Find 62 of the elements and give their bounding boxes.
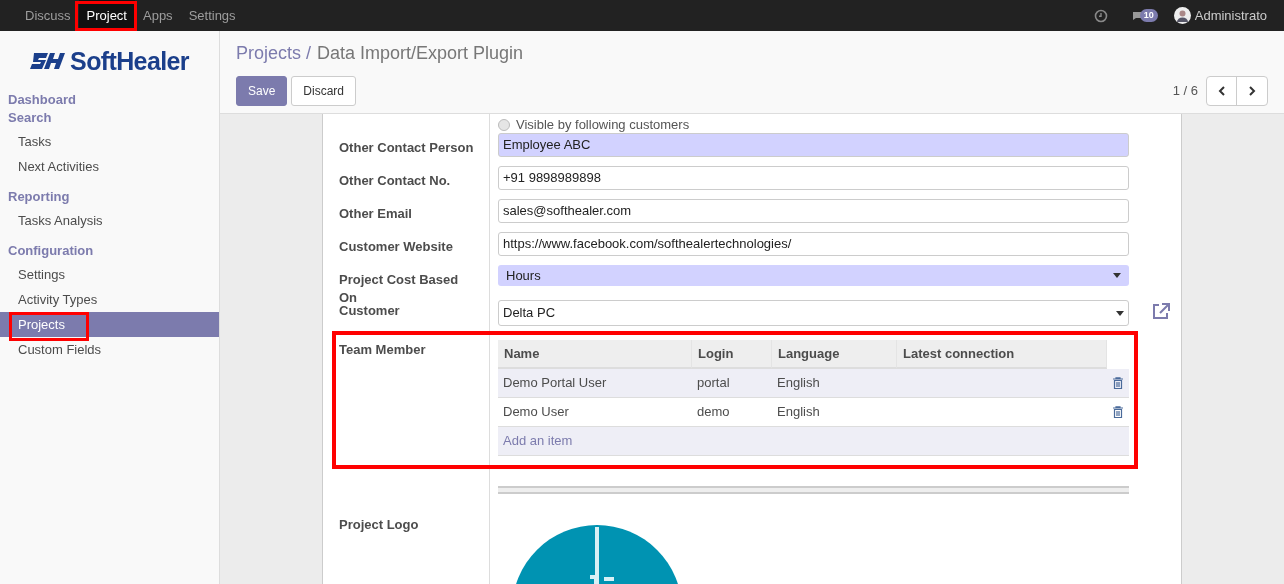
text-field[interactable]: https://www.facebook.com/softhealertechnologies/	[498, 232, 1129, 256]
text-field[interactable]: +91 9898989898	[498, 166, 1129, 190]
sidebar-item[interactable]: Projects	[0, 312, 219, 337]
brand-logo-icon	[30, 51, 67, 71]
trash-icon[interactable]	[1113, 406, 1123, 418]
column-header[interactable]: Login	[692, 340, 772, 369]
column-header[interactable]: Latest connection	[897, 340, 1107, 369]
messages-button[interactable]: 10	[1131, 9, 1158, 22]
text-field[interactable]: Employee ABC	[498, 133, 1129, 157]
avatar-icon	[1173, 7, 1191, 24]
top-menu-item[interactable]: Discuss	[17, 0, 79, 31]
sidebar-heading[interactable]: Dashboard	[0, 91, 219, 109]
form-button[interactable]: Save	[236, 76, 288, 106]
table-cell-text: portal	[696, 374, 731, 393]
caret-icon	[1116, 310, 1124, 316]
sidebar-heading[interactable]: Reporting	[0, 188, 219, 206]
field-label: Customer Website	[339, 238, 454, 256]
message-count: 10	[1139, 9, 1158, 22]
column-header[interactable]: Language	[772, 340, 897, 369]
chevron-right-icon	[1248, 86, 1256, 96]
field-label: Other Contact No.	[339, 172, 452, 190]
sidebar-item[interactable]: Activity Types	[0, 287, 219, 312]
sidebar-heading[interactable]: Search	[0, 109, 219, 127]
external-link-icon[interactable]	[1151, 302, 1171, 320]
trash-icon[interactable]	[1113, 377, 1123, 389]
form-button[interactable]: Discard	[291, 76, 357, 106]
table-row[interactable]: Demo Portal User portal English	[498, 369, 1129, 398]
sidebar-item[interactable]: Custom Fields	[0, 337, 219, 362]
radio-label: Visible by following customers	[516, 116, 690, 134]
text-field[interactable]: sales@softhealer.com	[498, 199, 1129, 223]
field-label: Other Contact Person	[339, 139, 475, 157]
sidebar-item[interactable]: Tasks	[0, 129, 219, 154]
sidebar-item[interactable]: Tasks Analysis	[0, 208, 219, 233]
user-name: Administrato	[1194, 6, 1267, 25]
chevron-left-icon	[1217, 86, 1226, 96]
clock-icon[interactable]	[1093, 8, 1108, 23]
table-cell-text: demo	[696, 403, 731, 422]
table-cell-text: English	[776, 374, 821, 393]
table-cell-text: Demo Portal User	[502, 374, 608, 393]
dropdown-field[interactable]: Delta PC	[498, 300, 1129, 326]
top-menu-item[interactable]: Settings	[180, 0, 244, 31]
caret-icon	[1113, 273, 1121, 278]
top-menu-item[interactable]: Apps	[135, 0, 181, 31]
sidebar-item[interactable]: Next Activities	[0, 154, 219, 179]
field-label: Other Email	[339, 205, 413, 223]
add-item-link[interactable]: Add an item	[498, 427, 1129, 456]
user-menu[interactable]: Administrato	[1173, 5, 1267, 26]
radio-button[interactable]	[498, 118, 510, 131]
brand-name: SoftHealer	[70, 48, 189, 74]
sidebar-item[interactable]: Settings	[0, 262, 219, 287]
sidebar-heading[interactable]: Configuration	[0, 242, 219, 260]
column-header[interactable]: Name	[498, 340, 692, 369]
table-cell-text: Demo User	[502, 403, 570, 422]
field-label: Team Member	[339, 341, 426, 359]
select-field[interactable]: Hours	[498, 265, 1129, 286]
field-label: Project Logo	[339, 516, 419, 534]
highlight-frame	[75, 1, 137, 31]
chat-icon	[1131, 10, 1142, 21]
table-cell-text: English	[776, 403, 821, 422]
breadcrumb-current: Data Import/Export Plugin	[317, 42, 524, 65]
breadcrumb-link[interactable]: Projects /	[236, 40, 312, 67]
pager-value: 1 / 6	[1172, 82, 1198, 101]
